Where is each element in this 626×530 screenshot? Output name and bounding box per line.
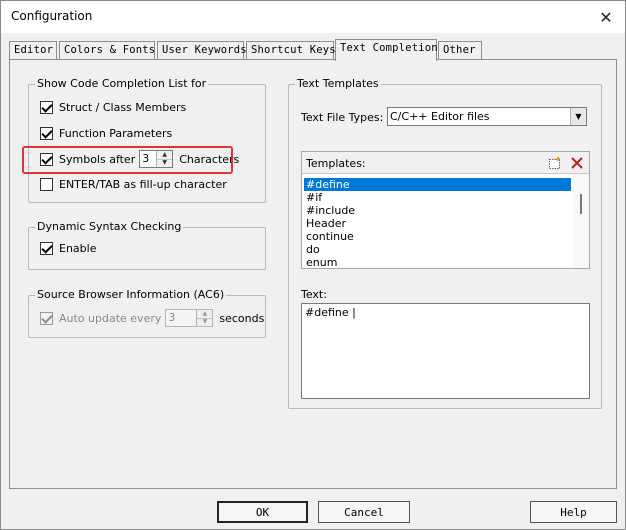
tab-shortcut-keys[interactable]: Shortcut Keys bbox=[246, 41, 336, 59]
template-item[interactable]: continue bbox=[304, 230, 354, 243]
enable-syntax-label: Enable bbox=[59, 242, 97, 255]
templates-header: Templates: bbox=[302, 152, 589, 174]
code-completion-group-title: Show Code Completion List for bbox=[35, 77, 209, 90]
enable-syntax-checkbox[interactable] bbox=[40, 242, 53, 255]
title-bar: Configuration ✕ bbox=[1, 1, 625, 33]
auto-update-stepper: 3 ▲ ▼ bbox=[165, 309, 214, 327]
text-templates-group-title: Text Templates bbox=[295, 77, 381, 90]
template-text-editor[interactable]: #define | bbox=[301, 303, 590, 399]
enter-tab-option[interactable]: ENTER/TAB as fill-up character bbox=[40, 178, 227, 191]
template-item[interactable]: do bbox=[304, 243, 320, 256]
templates-scrollbar[interactable] bbox=[573, 174, 589, 268]
tab-colors-fonts[interactable]: Colors & Fonts bbox=[59, 41, 155, 59]
scrollbar-thumb[interactable] bbox=[580, 194, 582, 214]
function-params-option[interactable]: Function Parameters bbox=[40, 127, 172, 140]
function-params-checkbox[interactable] bbox=[40, 127, 53, 140]
auto-update-value: 3 bbox=[166, 310, 197, 326]
tab-other[interactable]: Other bbox=[438, 41, 482, 59]
auto-update-option: Auto update every 3 ▲ ▼ seconds bbox=[40, 309, 264, 327]
text-label: Text: bbox=[301, 288, 327, 301]
struct-members-label: Struct / Class Members bbox=[59, 101, 187, 114]
delete-template-icon[interactable] bbox=[568, 154, 586, 172]
source-browser-group-title: Source Browser Information (AC6) bbox=[35, 288, 227, 301]
new-template-icon[interactable] bbox=[546, 154, 564, 172]
tab-editor[interactable]: Editor bbox=[9, 41, 57, 59]
spin-up-icon: ▲ bbox=[197, 310, 213, 318]
window-title: Configuration bbox=[11, 9, 93, 23]
template-item[interactable]: #if bbox=[304, 191, 322, 204]
enter-tab-label: ENTER/TAB as fill-up character bbox=[59, 178, 227, 191]
auto-update-label: Auto update every bbox=[59, 311, 162, 325]
enter-tab-checkbox[interactable] bbox=[40, 178, 53, 191]
tab-text-completion[interactable]: Text Completion bbox=[335, 39, 438, 61]
file-types-label: Text File Types: bbox=[301, 111, 384, 124]
help-button[interactable]: Help bbox=[530, 501, 617, 523]
function-params-label: Function Parameters bbox=[59, 127, 173, 140]
templates-label: Templates: bbox=[306, 157, 366, 170]
dynamic-syntax-group-title: Dynamic Syntax Checking bbox=[35, 220, 184, 233]
auto-update-suffix: seconds bbox=[219, 311, 265, 325]
template-item[interactable]: #include bbox=[304, 204, 355, 217]
struct-members-option[interactable]: Struct / Class Members bbox=[40, 101, 186, 114]
chevron-down-icon[interactable]: ▼ bbox=[570, 108, 586, 125]
enable-syntax-option[interactable]: Enable bbox=[40, 242, 96, 255]
configuration-window: Configuration ✕ Editor Colors & Fonts Us… bbox=[0, 0, 626, 530]
template-item[interactable]: enum bbox=[304, 256, 337, 269]
struct-members-checkbox[interactable] bbox=[40, 101, 53, 114]
template-item[interactable]: Header bbox=[304, 217, 346, 230]
templates-list-frame: Templates: #define #if #include Header c… bbox=[301, 151, 590, 269]
tab-user-keywords[interactable]: User Keywords bbox=[157, 41, 247, 59]
close-icon[interactable]: ✕ bbox=[593, 5, 619, 29]
file-types-dropdown[interactable]: C/C++ Editor files ▼ bbox=[387, 107, 587, 126]
template-item[interactable]: #define bbox=[304, 178, 571, 191]
highlight-annotation bbox=[22, 146, 233, 174]
auto-update-checkbox bbox=[40, 311, 53, 325]
ok-button[interactable]: OK bbox=[217, 501, 308, 523]
spin-down-icon: ▼ bbox=[197, 317, 213, 326]
cancel-button[interactable]: Cancel bbox=[318, 501, 410, 523]
file-types-value: C/C++ Editor files bbox=[390, 110, 490, 123]
